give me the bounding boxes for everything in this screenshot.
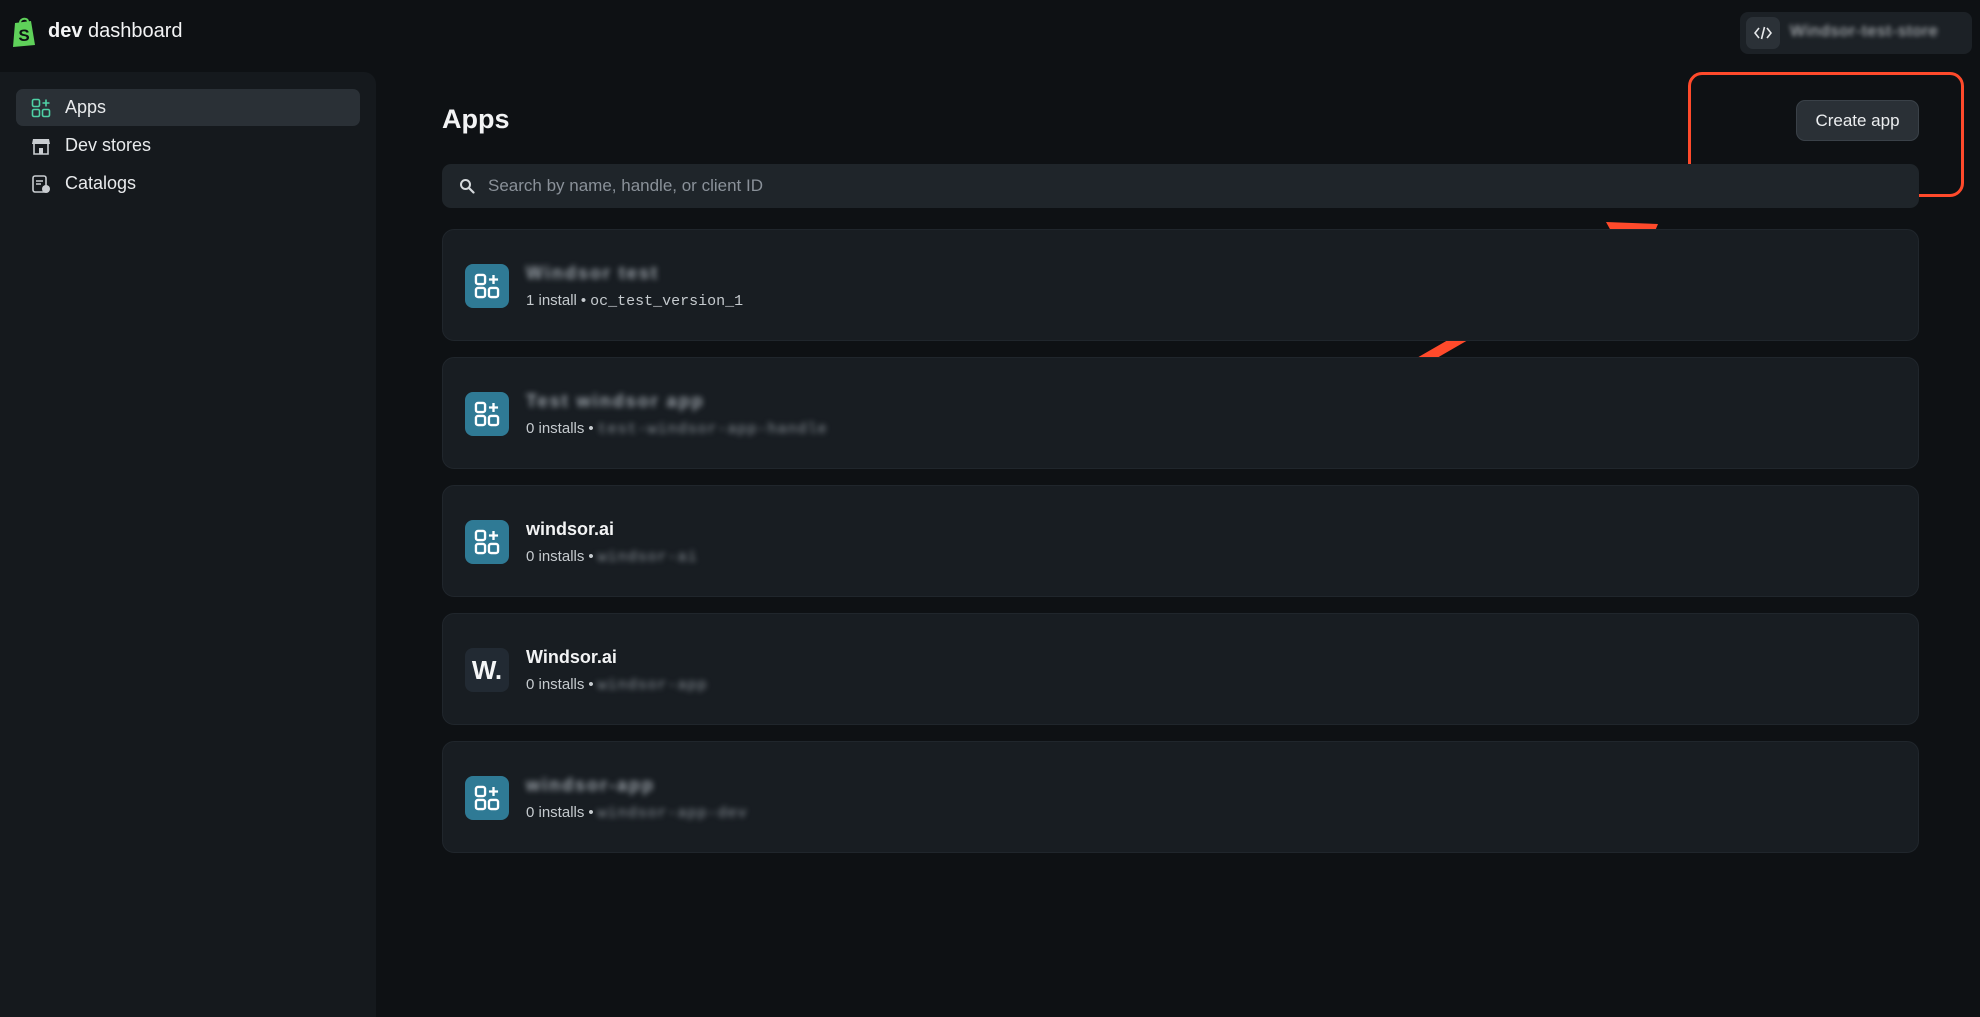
- sidebar-item-catalogs[interactable]: Catalogs: [16, 165, 360, 202]
- app-handle: oc_test_version_1: [590, 293, 744, 310]
- store-icon: [30, 135, 52, 157]
- app-card[interactable]: Windsor test 1 install • oc_test_version_1: [442, 229, 1919, 341]
- app-name: Windsor test: [526, 263, 659, 283]
- windsor-logo-icon: W.: [465, 648, 509, 692]
- app-installs: 0 installs: [526, 804, 585, 821]
- app-installs: 0 installs: [526, 548, 585, 565]
- search-icon: [458, 177, 476, 195]
- shopify-logo-icon: S: [13, 17, 35, 47]
- app-name: Test windsor app: [526, 391, 705, 411]
- account-switcher[interactable]: Windsor-test-store: [1740, 12, 1972, 54]
- top-bar: S dev dashboard Windsor-test-store: [0, 0, 1980, 66]
- apps-icon: [30, 97, 52, 119]
- app-meta: 0 installs • test-windsor-app-handle: [526, 420, 828, 438]
- app-card[interactable]: W. Windsor.ai 0 installs • windsor-app: [442, 613, 1919, 725]
- sidebar-item-label: Catalogs: [65, 173, 137, 193]
- brand-title[interactable]: dev dashboard: [48, 20, 183, 43]
- brand-bold: dev: [48, 20, 83, 42]
- apps-plus-icon: [465, 776, 509, 820]
- sidebar-item-apps[interactable]: Apps: [16, 89, 360, 126]
- app-card[interactable]: Test windsor app 0 installs • test-windsor…: [442, 357, 1919, 469]
- app-handle: test-windsor-app-handle: [597, 421, 828, 438]
- app-meta: 1 install • oc_test_version_1: [526, 292, 744, 310]
- app-handle: windsor-app-dev: [597, 805, 748, 822]
- brand-rest: dashboard: [88, 20, 183, 42]
- create-app-button[interactable]: Create app: [1796, 100, 1919, 141]
- apps-plus-icon: [465, 264, 509, 308]
- apps-plus-icon: [465, 520, 509, 564]
- sidebar: Apps Dev stores Catalogs: [0, 72, 376, 1017]
- svg-text:S: S: [18, 26, 29, 45]
- sidebar-item-label: Apps: [65, 97, 107, 117]
- app-name: Windsor.ai: [526, 647, 617, 667]
- search-bar[interactable]: [442, 164, 1919, 208]
- app-handle: windsor-app: [597, 677, 708, 694]
- app-installs: 0 installs: [526, 420, 585, 437]
- sidebar-item-label: Dev stores: [65, 135, 152, 155]
- app-card[interactable]: windsor-app 0 installs • windsor-app-dev: [442, 741, 1919, 853]
- app-name: windsor-app: [526, 775, 655, 795]
- code-icon[interactable]: [1746, 17, 1780, 49]
- app-installs: 0 installs: [526, 676, 585, 693]
- page-title: Apps: [442, 104, 510, 134]
- catalog-icon: [30, 173, 52, 195]
- search-input[interactable]: [488, 176, 1888, 196]
- apps-plus-icon: [465, 392, 509, 436]
- app-card[interactable]: windsor.ai 0 installs • windsor-ai: [442, 485, 1919, 597]
- account-name: Windsor-test-store: [1790, 23, 1939, 40]
- app-installs: 1 install: [526, 292, 577, 309]
- app-meta: 0 installs • windsor-ai: [526, 548, 698, 566]
- app-meta: 0 installs • windsor-app-dev: [526, 804, 748, 822]
- app-meta: 0 installs • windsor-app: [526, 676, 708, 694]
- sidebar-item-dev-stores[interactable]: Dev stores: [16, 127, 360, 164]
- app-handle: windsor-ai: [597, 549, 698, 566]
- app-name: windsor.ai: [526, 519, 615, 539]
